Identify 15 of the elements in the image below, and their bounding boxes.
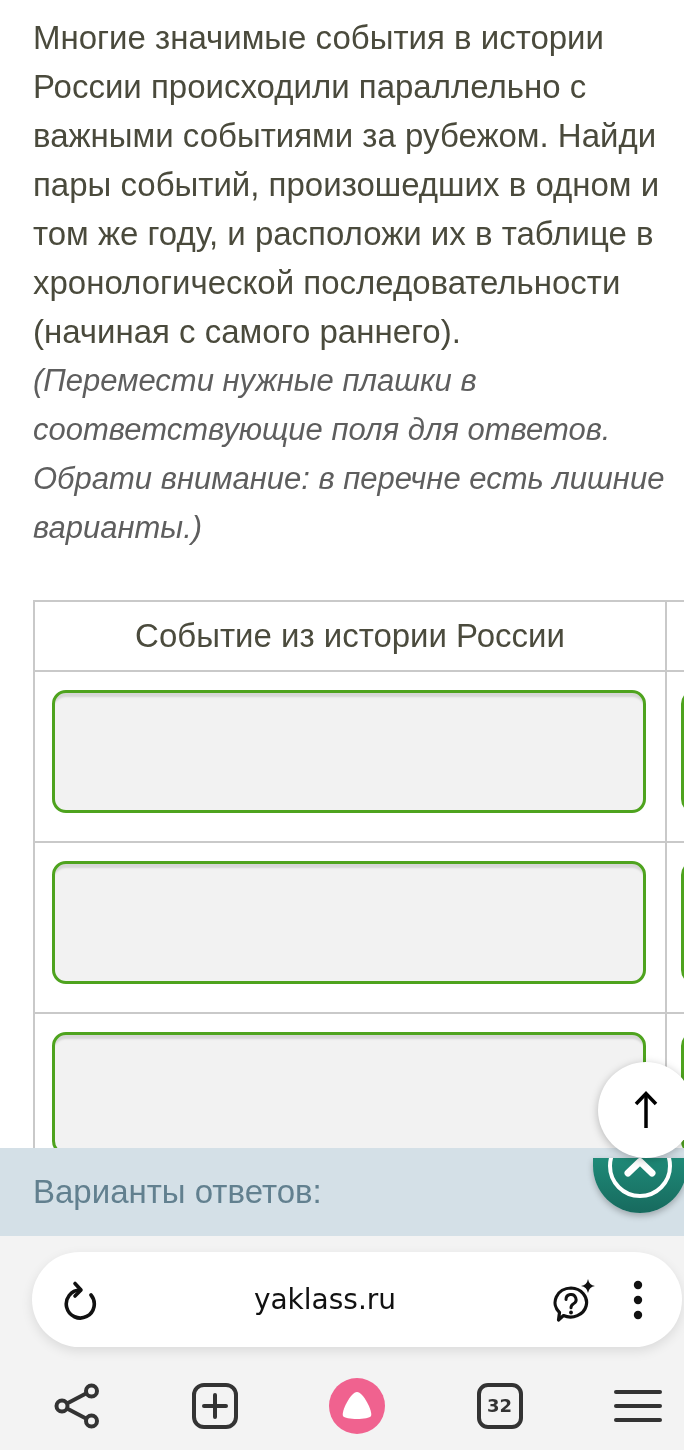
address-bar[interactable]: yaklass.ru — [32, 1252, 682, 1347]
menu-icon[interactable] — [614, 1387, 662, 1424]
more-icon[interactable] — [633, 1279, 643, 1320]
answer-box[interactable] — [52, 861, 646, 984]
answer-box[interactable] — [52, 690, 646, 813]
new-tab-icon[interactable] — [191, 1382, 238, 1429]
hint-text: (Перемести нужные плашки в соответствующие поля для ответов. Обрати внимание: в перечне есть лишние варианты.) — [33, 362, 666, 547]
tab-count-button[interactable]: 32 — [476, 1382, 523, 1429]
share-icon[interactable] — [54, 1382, 100, 1429]
url-text[interactable]: yaklass.ru — [100, 1283, 550, 1316]
answer-options-title: Варианты ответов: — [33, 1173, 322, 1211]
column-header: Событие из истории России — [33, 600, 665, 670]
arrow-up-icon — [634, 1090, 658, 1130]
question-text: Многие значимые события в истории России происходили параллельно с важными событиями за рубежом. Найди пары событий, произошедших в одном и том же году, и расположи их в таблице в хронологической последовательности (начиная с самого раннего). — [33, 18, 661, 352]
voice-assistant-icon[interactable] — [329, 1377, 385, 1434]
